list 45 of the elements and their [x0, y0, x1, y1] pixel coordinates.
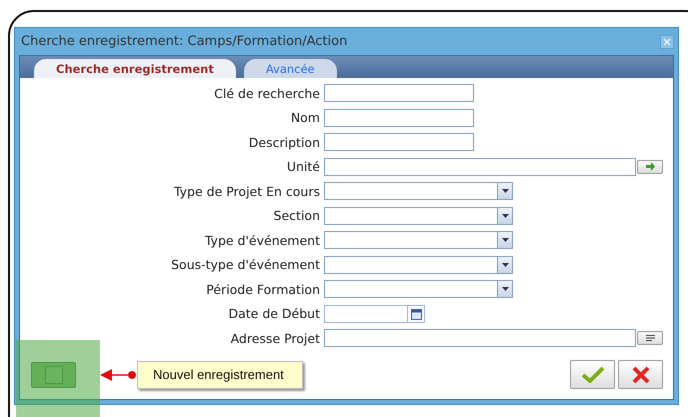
field-label: Période Formation: [205, 282, 321, 296]
page-icon: [44, 366, 62, 384]
caret-icon: [502, 214, 508, 218]
lookup-button[interactable]: [637, 160, 663, 174]
field-label: Type d'événement: [204, 232, 321, 248]
text-field[interactable]: [324, 84, 474, 102]
text-field[interactable]: [324, 329, 636, 347]
field-label: Description: [248, 134, 321, 150]
caret-icon: [502, 189, 508, 193]
browse-button[interactable]: [637, 331, 663, 345]
caret-icon: [502, 287, 508, 291]
checkmark-icon: [582, 366, 604, 382]
tooltip: Nouvel enregistrement: [137, 360, 303, 388]
field-label: Sous-type d'événement: [170, 257, 321, 272]
text-field[interactable]: [324, 108, 474, 126]
caret-icon: [502, 238, 508, 242]
date-field[interactable]: [324, 304, 425, 322]
close-icon: [664, 38, 670, 44]
new-record-button[interactable]: [31, 362, 76, 388]
tab[interactable]: Avancée: [244, 59, 337, 78]
dropdown[interactable]: [324, 231, 513, 249]
text-field[interactable]: [324, 158, 636, 176]
tab[interactable]: Cherche enregistrement: [34, 59, 236, 78]
arrow-icon: [645, 162, 655, 171]
field-label: Unité: [286, 159, 321, 174]
dropdown[interactable]: [324, 206, 513, 224]
field-label: Section: [272, 208, 321, 223]
caret-icon: [502, 262, 508, 266]
dropdown[interactable]: [324, 182, 513, 200]
window-title: Cherche enregistrement: Camps/Formation/Action: [21, 34, 348, 49]
dropdown[interactable]: [324, 256, 513, 274]
close-icon: [632, 366, 650, 384]
field-label: Date de Début: [227, 306, 321, 321]
cancel-button[interactable]: [618, 360, 663, 389]
lines-icon: [646, 335, 654, 341]
field-label: Nom: [290, 110, 321, 125]
dropdown[interactable]: [324, 280, 513, 298]
confirm-button[interactable]: [570, 360, 615, 389]
close-button[interactable]: [660, 34, 674, 48]
pointer-arrow: [100, 368, 137, 380]
field-label: Clé de recherche: [213, 86, 321, 100]
calendar-icon: [410, 308, 422, 320]
text-field[interactable]: [324, 133, 474, 151]
field-label: Adresse Projet: [230, 330, 321, 346]
field-label: Type de Projet En cours: [172, 184, 321, 198]
